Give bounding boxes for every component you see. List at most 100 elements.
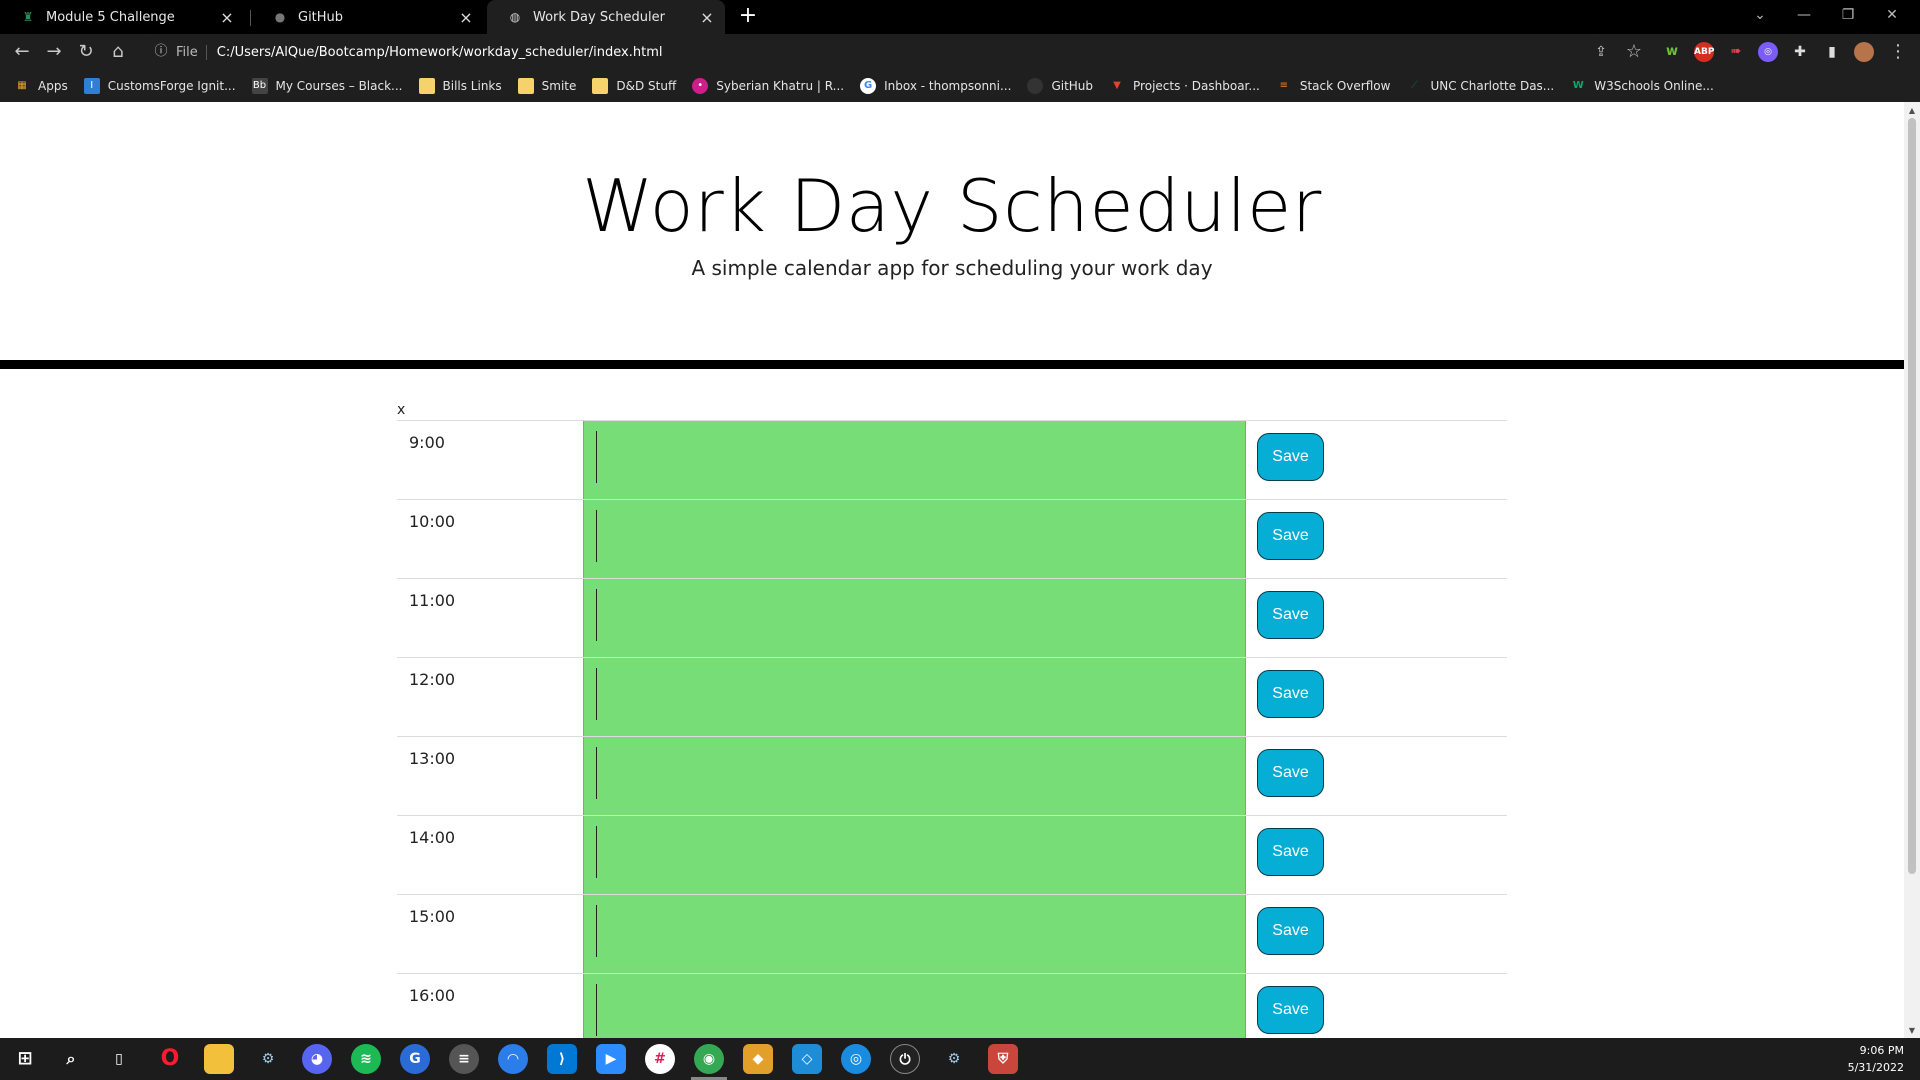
app-g-icon[interactable]: G xyxy=(400,1044,430,1074)
scroll-up-icon[interactable]: ▲ xyxy=(1904,104,1920,118)
windows-start-icon[interactable]: ⊞ xyxy=(10,1044,40,1074)
save-button[interactable]: Save xyxy=(1257,986,1324,1034)
address-bar[interactable]: ⓘ File C:/Users/AlQue/Bootcamp/Homework/… xyxy=(140,37,1607,67)
extensions-puzzle-icon[interactable]: ✚ xyxy=(1790,42,1810,62)
tab-module5[interactable]: ♜ Module 5 Challenge × xyxy=(0,0,245,34)
page-title: Work Day Scheduler xyxy=(582,164,1322,248)
app-shield-icon[interactable]: ⛨ xyxy=(988,1044,1018,1074)
steam-icon[interactable]: ⚙ xyxy=(939,1044,969,1074)
scroll-down-icon[interactable]: ▼ xyxy=(1904,1024,1920,1038)
bookmark-w3schools[interactable]: W W3Schools Online... xyxy=(1570,78,1714,94)
vscode-icon[interactable]: ⟩ xyxy=(547,1044,577,1074)
page-lead: A simple calendar app for scheduling you… xyxy=(691,256,1213,280)
side-panel-icon[interactable]: ▮ xyxy=(1822,42,1842,62)
page-scrollbar[interactable]: ▲ ▼ xyxy=(1904,102,1920,1038)
close-icon[interactable]: × xyxy=(215,8,239,27)
description-textarea[interactable] xyxy=(583,737,1246,815)
save-button[interactable]: Save xyxy=(1257,433,1324,481)
tab-search-icon[interactable]: ⌄ xyxy=(1738,0,1782,30)
discord-icon[interactable]: ◕ xyxy=(302,1044,332,1074)
bookmark-label: Projects · Dashboar... xyxy=(1133,79,1260,93)
system-clock[interactable]: 9:06 PM 5/31/2022 xyxy=(1848,1042,1904,1076)
tab-github[interactable]: ● GitHub × xyxy=(252,0,484,34)
save-button[interactable]: Save xyxy=(1257,749,1324,797)
description-textarea[interactable] xyxy=(583,500,1246,578)
hour-label: 16:00 xyxy=(409,986,456,1005)
bookmark-label: UNC Charlotte Das... xyxy=(1430,79,1555,93)
extension-arrow-icon[interactable]: ➠ xyxy=(1726,42,1746,62)
kodi-icon[interactable]: ◇ xyxy=(792,1044,822,1074)
description-textarea[interactable] xyxy=(583,895,1246,973)
bookmark-star-icon[interactable]: ☆ xyxy=(1620,38,1648,66)
bookmark-smite[interactable]: Smite xyxy=(517,78,577,94)
spotify-icon[interactable]: ≋ xyxy=(351,1044,381,1074)
minimize-icon[interactable]: — xyxy=(1782,0,1826,30)
description-textarea[interactable] xyxy=(583,658,1246,736)
opera-icon[interactable]: O xyxy=(155,1044,185,1074)
description-textarea[interactable] xyxy=(583,816,1246,894)
scroll-thumb[interactable] xyxy=(1908,118,1916,874)
app-bar-icon[interactable]: ≡ xyxy=(449,1044,479,1074)
time-block-row: 11:00 Save xyxy=(397,578,1507,657)
extension-ring-icon[interactable]: ◎ xyxy=(1758,42,1778,62)
steam-icon[interactable]: ⚙ xyxy=(253,1044,283,1074)
folder-icon xyxy=(418,78,435,94)
bookmark-projects-dashboard[interactable]: ▼ Projects · Dashboar... xyxy=(1109,78,1260,94)
info-icon[interactable]: ⓘ xyxy=(150,41,172,63)
chrome-icon[interactable]: ◉ xyxy=(694,1044,724,1074)
save-button[interactable]: Save xyxy=(1257,591,1324,639)
window-close-icon[interactable]: ✕ xyxy=(1870,0,1914,30)
git-icon[interactable]: ◆ xyxy=(743,1044,773,1074)
url-text[interactable]: C:/Users/AlQue/Bootcamp/Homework/workday… xyxy=(217,45,663,60)
close-icon[interactable]: × xyxy=(454,8,478,27)
header-divider xyxy=(0,360,1904,369)
close-icon[interactable]: × xyxy=(695,8,719,27)
tab-separator xyxy=(250,10,251,26)
tab-strip: ♜ Module 5 Challenge × ● GitHub × ◍ Work… xyxy=(0,0,1920,34)
extension-w-icon[interactable]: w xyxy=(1662,42,1682,62)
time-block-row: 12:00 Save xyxy=(397,657,1507,736)
description-textarea[interactable] xyxy=(583,974,1246,1038)
slack-icon[interactable]: # xyxy=(645,1044,675,1074)
bookmark-my-courses[interactable]: Bb My Courses – Black... xyxy=(251,78,403,94)
bookmark-bills-links[interactable]: Bills Links xyxy=(418,78,502,94)
save-button[interactable]: Save xyxy=(1257,670,1324,718)
adblock-icon[interactable]: ABP xyxy=(1694,42,1714,62)
zoom-icon[interactable]: ▶ xyxy=(596,1044,626,1074)
file-explorer-icon[interactable] xyxy=(204,1044,234,1074)
forward-icon[interactable]: → xyxy=(40,38,68,66)
description-textarea[interactable] xyxy=(583,579,1246,657)
task-view-icon[interactable]: ▯ xyxy=(104,1044,134,1074)
back-icon[interactable]: ← xyxy=(8,38,36,66)
bookmark-customsforge[interactable]: I CustomsForge Ignit... xyxy=(83,78,236,94)
search-icon[interactable]: ⌕ xyxy=(56,1044,86,1074)
home-icon[interactable]: ⌂ xyxy=(104,38,132,66)
bookmark-label: Smite xyxy=(541,79,577,93)
bookmark-apps[interactable]: ▦ Apps xyxy=(14,78,67,94)
menu-icon[interactable]: ⋮ xyxy=(1884,38,1912,66)
avatar[interactable] xyxy=(1854,42,1874,62)
bookmark-label: CustomsForge Ignit... xyxy=(107,79,236,93)
bookmark-github[interactable]: GitHub xyxy=(1027,78,1093,94)
save-button[interactable]: Save xyxy=(1257,828,1324,876)
save-button[interactable]: Save xyxy=(1257,512,1324,560)
bookmark-inbox[interactable]: G Inbox - thompsonni... xyxy=(860,78,1011,94)
restore-icon[interactable]: ❐ xyxy=(1826,0,1870,30)
bookmark-stack-overflow[interactable]: ≡ Stack Overflow xyxy=(1276,78,1391,94)
text-caret xyxy=(596,747,597,799)
app-power-icon[interactable]: ⏻ xyxy=(890,1044,920,1074)
bookmark-syberian-khatru[interactable]: • Syberian Khatru | R... xyxy=(692,78,844,94)
sk-icon: • xyxy=(692,78,709,94)
app-wave-icon[interactable]: ◠ xyxy=(498,1044,528,1074)
save-button[interactable]: Save xyxy=(1257,907,1324,955)
bookmark-unc-charlotte[interactable]: ⟋ UNC Charlotte Das... xyxy=(1406,78,1554,94)
app-circle-icon[interactable]: ◎ xyxy=(841,1044,871,1074)
bookmark-label: GitHub xyxy=(1051,79,1094,93)
bookmark-dnd-stuff[interactable]: D&D Stuff xyxy=(592,78,676,94)
text-caret xyxy=(596,431,597,483)
tab-work-day-scheduler[interactable]: ◍ Work Day Scheduler × xyxy=(487,0,725,34)
share-icon[interactable]: ⇪ xyxy=(1588,37,1614,67)
reload-icon[interactable]: ↻ xyxy=(72,38,100,66)
description-textarea[interactable] xyxy=(583,421,1246,499)
new-tab-button[interactable]: + xyxy=(734,2,762,30)
